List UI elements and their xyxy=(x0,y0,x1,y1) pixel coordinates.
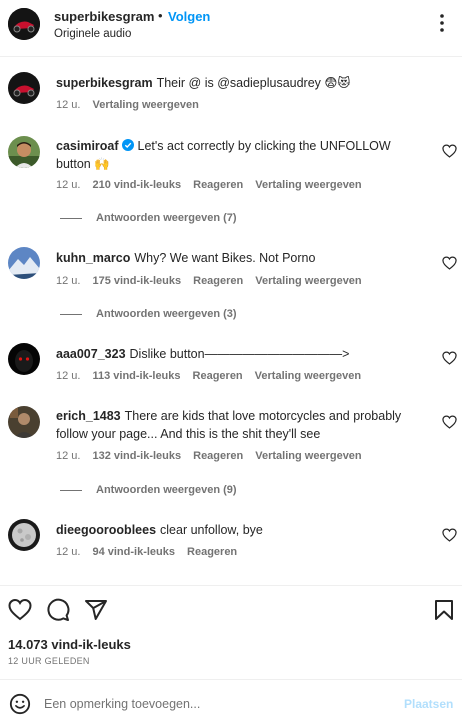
comment-likes[interactable]: 210 vind-ik-leuks xyxy=(92,179,181,191)
bike-logo-image xyxy=(8,72,40,104)
comment-icon[interactable] xyxy=(46,598,70,622)
reply-button[interactable]: Reageren xyxy=(193,179,243,191)
save-icon[interactable] xyxy=(432,598,456,622)
comment-meta: 12 u. 210 vind-ik-leuks Reageren Vertaling … xyxy=(56,179,374,191)
dark-mask-image xyxy=(8,343,40,375)
more-icon[interactable] xyxy=(432,12,452,34)
post-time[interactable]: 12 UUR GELEDEN xyxy=(8,656,90,666)
emoji-icon[interactable] xyxy=(9,693,31,715)
caption: superbikesgram Their @ is @sadieplusaudre… xyxy=(56,74,428,92)
reply-button[interactable]: Reageren xyxy=(193,370,243,382)
comment-username[interactable]: casimiroaf xyxy=(56,139,134,153)
comment-likes[interactable]: 132 vind-ik-leuks xyxy=(92,450,181,462)
reply-button[interactable]: Reageren xyxy=(187,546,237,558)
comment-username[interactable]: aaa007_323 xyxy=(56,347,126,361)
comment-body: casimiroaf Let's act correctly by clickin… xyxy=(56,137,428,173)
comment-text: Dislike button———————————> xyxy=(129,347,350,361)
comment-likes[interactable]: 113 vind-ik-leuks xyxy=(92,370,180,382)
header-separator: • xyxy=(158,8,163,23)
person-photo-image xyxy=(8,136,40,168)
person-photo-image xyxy=(8,406,40,438)
caption-time[interactable]: 12 u. xyxy=(56,99,80,111)
comment-username[interactable]: dieegoorooblees xyxy=(56,523,156,537)
audio-label[interactable]: Originele audio xyxy=(54,28,131,40)
heart-icon[interactable] xyxy=(442,256,457,270)
profile-avatar[interactable] xyxy=(8,8,40,40)
heart-icon[interactable] xyxy=(442,415,457,429)
comment-avatar[interactable] xyxy=(8,247,40,279)
input-divider xyxy=(0,679,462,680)
comment-time[interactable]: 12 u. xyxy=(56,546,80,558)
comment-likes[interactable]: 94 vind-ik-leuks xyxy=(92,546,175,558)
comment-username[interactable]: erich_1483 xyxy=(56,409,121,423)
replies-line xyxy=(60,313,82,315)
view-replies-button[interactable]: Antwoorden weergeven (7) xyxy=(60,212,237,224)
comment-input[interactable] xyxy=(44,692,394,716)
translate-button[interactable]: Vertaling weergeven xyxy=(255,450,361,462)
bike-logo-image xyxy=(8,8,40,40)
share-icon[interactable] xyxy=(84,598,108,622)
heart-icon[interactable] xyxy=(442,528,457,542)
comment-meta: 12 u. 113 vind-ik-leuks Reageren Vertaling … xyxy=(56,370,373,382)
header-divider xyxy=(0,56,462,57)
comment-body: kuhn_marco Why? We want Bikes. Not Porno xyxy=(56,249,428,267)
heart-icon[interactable] xyxy=(442,351,457,365)
reply-button[interactable]: Reageren xyxy=(193,275,243,287)
moon-photo-image xyxy=(8,519,40,551)
heart-icon[interactable] xyxy=(442,144,457,158)
caption-avatar[interactable] xyxy=(8,72,40,104)
comment-time[interactable]: 12 u. xyxy=(56,275,80,287)
post-button[interactable]: Plaatsen xyxy=(404,697,453,711)
reply-button[interactable]: Reageren xyxy=(193,450,243,462)
caption-translate-button[interactable]: Vertaling weergeven xyxy=(92,99,198,111)
caption-username[interactable]: superbikesgram xyxy=(56,76,153,90)
view-replies-button[interactable]: Antwoorden weergeven (9) xyxy=(60,484,237,496)
translate-button[interactable]: Vertaling weergeven xyxy=(255,275,361,287)
likes-count[interactable]: 14.073 vind-ik-leuks xyxy=(8,637,131,652)
comment-likes[interactable]: 175 vind-ik-leuks xyxy=(92,275,181,287)
replies-line xyxy=(60,217,82,219)
comment-body: dieegoorooblees clear unfollow, bye xyxy=(56,521,428,539)
mountain-photo-image xyxy=(8,247,40,279)
replies-line xyxy=(60,489,82,491)
comment-time[interactable]: 12 u. xyxy=(56,179,80,191)
comment-body: aaa007_323 Dislike button———————————> xyxy=(56,345,428,363)
like-icon[interactable] xyxy=(8,598,32,622)
comment-avatar[interactable] xyxy=(8,519,40,551)
comment-meta: 12 u. 132 vind-ik-leuks Reageren Vertaling … xyxy=(56,450,374,462)
follow-button[interactable]: Volgen xyxy=(168,9,210,24)
comment-meta: 12 u. 175 vind-ik-leuks Reageren Vertaling … xyxy=(56,275,374,287)
comment-time[interactable]: 12 u. xyxy=(56,450,80,462)
comment-avatar[interactable] xyxy=(8,343,40,375)
header-username[interactable]: superbikesgram xyxy=(54,9,154,24)
verified-icon xyxy=(121,139,134,151)
comment-avatar[interactable] xyxy=(8,406,40,438)
caption-text: Their @ is @sadieplusaudrey 😨😻 xyxy=(156,76,351,90)
view-replies-button[interactable]: Antwoorden weergeven (3) xyxy=(60,308,237,320)
comment-username[interactable]: kuhn_marco xyxy=(56,251,130,265)
comment-time[interactable]: 12 u. xyxy=(56,370,80,382)
translate-button[interactable]: Vertaling weergeven xyxy=(255,370,361,382)
comment-body: erich_1483 There are kids that love motor… xyxy=(56,407,428,443)
actions-divider xyxy=(0,585,462,586)
comment-meta: 12 u. 94 vind-ik-leuks Reageren xyxy=(56,546,249,558)
caption-meta: 12 u. Vertaling weergeven xyxy=(56,99,211,111)
translate-button[interactable]: Vertaling weergeven xyxy=(255,179,361,191)
comment-text: clear unfollow, bye xyxy=(160,523,263,537)
comment-avatar[interactable] xyxy=(8,136,40,168)
comment-text: Why? We want Bikes. Not Porno xyxy=(134,251,316,265)
